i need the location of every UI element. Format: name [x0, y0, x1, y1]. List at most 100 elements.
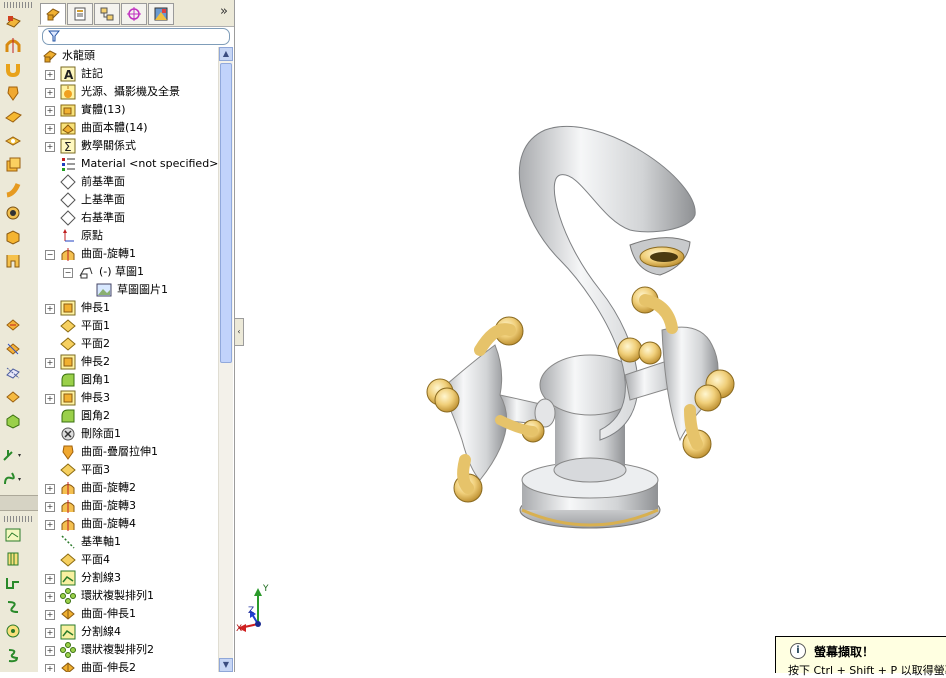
- loft-button[interactable]: [2, 82, 24, 104]
- tree-item[interactable]: Material <not specified>: [38, 155, 218, 173]
- spiral-button[interactable]: [2, 644, 24, 666]
- expand-toggle-icon[interactable]: +: [45, 520, 55, 530]
- collapse-toggle-icon[interactable]: −: [63, 268, 73, 278]
- revolved-boss-button[interactable]: [2, 34, 24, 56]
- swept-cut-button[interactable]: [2, 178, 24, 200]
- extrude-surface-button[interactable]: [2, 548, 24, 570]
- expand-toggle-icon[interactable]: +: [45, 484, 55, 494]
- expand-toggle-icon[interactable]: +: [45, 628, 55, 638]
- tree-scrollbar[interactable]: ▲ ▼: [218, 47, 233, 672]
- tree-item[interactable]: + Σ 數學關係式: [38, 137, 218, 155]
- tree-item[interactable]: 平面2: [38, 335, 218, 353]
- expand-toggle-icon[interactable]: +: [45, 124, 55, 134]
- dome-button[interactable]: [2, 386, 24, 408]
- tree-item-label: 曲面-旋轉2: [81, 481, 136, 494]
- expand-toggle-icon[interactable]: +: [45, 664, 55, 672]
- toolbar-grip-2[interactable]: [4, 516, 34, 522]
- scroll-up-button[interactable]: ▲: [219, 47, 233, 61]
- tree-item[interactable]: + 光源、攝影機及全景: [38, 83, 218, 101]
- expand-toggle-icon[interactable]: +: [45, 70, 55, 80]
- surface-revolve-icon: [60, 246, 76, 262]
- revolved-cut-button[interactable]: [2, 130, 24, 152]
- expand-toggle-icon[interactable]: +: [45, 106, 55, 116]
- curves-button[interactable]: [2, 468, 24, 490]
- tree-item[interactable]: + 曲面-旋轉2: [38, 479, 218, 497]
- tab-dimxpert-manager[interactable]: [121, 3, 147, 25]
- tree-item[interactable]: + 曲面-伸長2: [38, 659, 218, 672]
- tree-item[interactable]: + 分割線3: [38, 569, 218, 587]
- tree-root-part[interactable]: 水龍頭: [38, 47, 218, 65]
- expand-toggle-icon[interactable]: +: [45, 610, 55, 620]
- collapse-toggle-icon[interactable]: −: [45, 250, 55, 260]
- tree-item[interactable]: 平面4: [38, 551, 218, 569]
- tab-configuration-manager[interactable]: [94, 3, 120, 25]
- tree-item[interactable]: 右基準面: [38, 209, 218, 227]
- projected-curve-button[interactable]: [2, 620, 24, 642]
- tree-item[interactable]: 圓角1: [38, 371, 218, 389]
- surface-revolve-icon: [60, 480, 76, 496]
- tree-item[interactable]: + A 註記: [38, 65, 218, 83]
- plane-feature-icon: [60, 336, 76, 352]
- tree-item[interactable]: 曲面-疊層拉伸1: [38, 443, 218, 461]
- extruded-cut-button[interactable]: [2, 106, 24, 128]
- expand-toggle-icon[interactable]: +: [45, 358, 55, 368]
- expand-toggle-icon[interactable]: +: [45, 574, 55, 584]
- reference-geometry-icon: [3, 450, 21, 461]
- reference-geometry-button[interactable]: [2, 444, 24, 466]
- expand-toggle-icon[interactable]: +: [45, 304, 55, 314]
- tree-item[interactable]: + 環狀複製排列2: [38, 641, 218, 659]
- screen-capture-tooltip[interactable]: i 螢幕擷取！ 按下 Ctrl + Shift + P 以取得螢幕: [775, 636, 946, 677]
- tree-item-label: 伸長3: [81, 391, 110, 404]
- expand-toggle-icon[interactable]: +: [45, 88, 55, 98]
- tree-item[interactable]: + 曲面本體(14): [38, 119, 218, 137]
- chamfer-button[interactable]: [2, 338, 24, 360]
- more-tabs-chevron-icon[interactable]: »: [220, 4, 228, 19]
- fillet-button[interactable]: [2, 314, 24, 336]
- scroll-thumb[interactable]: [220, 63, 232, 363]
- shell-button[interactable]: [2, 154, 24, 176]
- tree-item[interactable]: − 曲面-旋轉1: [38, 245, 218, 263]
- tree-item[interactable]: 前基準面: [38, 173, 218, 191]
- tree-item[interactable]: + 環狀複製排列1: [38, 587, 218, 605]
- extruded-boss-button[interactable]: [2, 10, 24, 32]
- helix-button[interactable]: [2, 596, 24, 618]
- expand-toggle-icon[interactable]: +: [45, 646, 55, 656]
- tree-item[interactable]: 平面3: [38, 461, 218, 479]
- mirror-button[interactable]: [2, 362, 24, 384]
- tree-item[interactable]: − (-) 草圖1: [38, 263, 218, 281]
- draft-button[interactable]: [2, 202, 24, 224]
- instant-3d-button[interactable]: [2, 524, 24, 546]
- scroll-down-button[interactable]: ▼: [219, 658, 233, 672]
- tab-property-manager[interactable]: [67, 3, 93, 25]
- graphics-viewport[interactable]: [235, 0, 946, 672]
- split-line-button[interactable]: [2, 572, 24, 594]
- tree-item[interactable]: 圓角2: [38, 407, 218, 425]
- tree-filter-input[interactable]: [42, 28, 230, 45]
- toolbar-grip[interactable]: [4, 2, 34, 8]
- fill-pattern-button[interactable]: [2, 410, 24, 432]
- sweep-button[interactable]: [2, 58, 24, 80]
- tree-item[interactable]: + 曲面-旋轉4: [38, 515, 218, 533]
- tree-item[interactable]: + 曲面-伸長1: [38, 605, 218, 623]
- expand-toggle-icon[interactable]: +: [45, 142, 55, 152]
- expand-toggle-icon[interactable]: +: [45, 592, 55, 602]
- tree-item[interactable]: 基準軸1: [38, 533, 218, 551]
- tab-feature-manager[interactable]: [40, 3, 66, 25]
- tree-item[interactable]: + 曲面-旋轉3: [38, 497, 218, 515]
- tree-item[interactable]: + 分割線4: [38, 623, 218, 641]
- expand-toggle-icon[interactable]: +: [45, 394, 55, 404]
- wrap-button[interactable]: [2, 250, 24, 272]
- tree-item[interactable]: 草圖圖片1: [38, 281, 218, 299]
- tree-item[interactable]: 上基準面: [38, 191, 218, 209]
- svg-text:A: A: [64, 68, 74, 82]
- tree-item[interactable]: 刪除面1: [38, 425, 218, 443]
- expand-toggle-icon[interactable]: +: [45, 502, 55, 512]
- tree-item[interactable]: 平面1: [38, 317, 218, 335]
- tree-item[interactable]: + 伸長2: [38, 353, 218, 371]
- tab-display-manager[interactable]: [148, 3, 174, 25]
- tree-item[interactable]: + 伸長1: [38, 299, 218, 317]
- rib-button[interactable]: [2, 226, 24, 248]
- tree-item[interactable]: 原點: [38, 227, 218, 245]
- tree-item[interactable]: + 伸長3: [38, 389, 218, 407]
- tree-item[interactable]: + 實體(13): [38, 101, 218, 119]
